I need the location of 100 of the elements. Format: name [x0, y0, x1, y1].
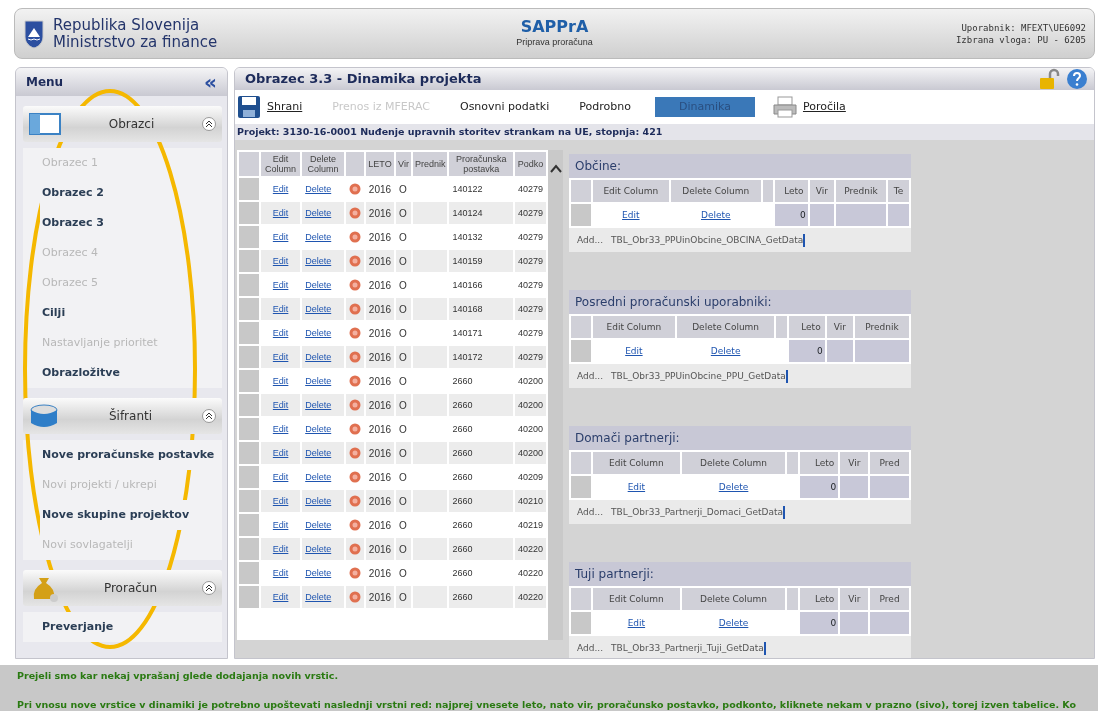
row-selector[interactable] — [239, 442, 259, 465]
row-selector[interactable] — [239, 178, 259, 201]
delete-link[interactable]: Delete — [305, 327, 332, 338]
table-cell-text: 2660 — [451, 374, 474, 388]
collapse-button[interactable]: « — [204, 72, 217, 92]
edit-link[interactable]: Edit — [272, 183, 289, 194]
table-cell-text: 40209 — [516, 470, 544, 484]
table-cell: 140168 — [449, 298, 513, 321]
row-selector[interactable] — [239, 346, 259, 369]
row-selector[interactable] — [239, 538, 259, 561]
table-cell-text: 40279 — [516, 182, 544, 196]
table-cell-text: 2016 — [367, 182, 393, 197]
section-header[interactable]: Obrazci — [23, 106, 222, 142]
delete-link[interactable]: Delete — [305, 471, 332, 482]
delete-link[interactable]: Delete — [710, 345, 741, 356]
row-selector[interactable] — [239, 226, 259, 249]
delete-link[interactable]: Delete — [305, 423, 332, 434]
table-cell-text: O — [398, 422, 408, 437]
row-selector[interactable] — [571, 612, 591, 635]
toolbar-button[interactable]: Poročila — [796, 96, 852, 118]
delete-icon — [348, 183, 361, 196]
table-cell: O — [396, 394, 411, 417]
delete-link[interactable]: Delete — [305, 231, 332, 242]
row-selector[interactable] — [239, 394, 259, 417]
menu-item[interactable]: Preverjanje — [40, 612, 116, 642]
delete-link[interactable]: Delete — [305, 519, 332, 530]
panel-title: Posredni proračunski uporabniki: — [569, 290, 911, 315]
add-link[interactable]: TBL_Obr33_PPUinObcine_OBCINA_GetData — [611, 233, 806, 247]
row-selector[interactable] — [239, 514, 259, 537]
delete-icon — [348, 399, 361, 412]
column-header: Podko — [514, 152, 546, 177]
edit-link[interactable]: Edit — [272, 279, 289, 290]
delete-link[interactable]: Delete — [718, 481, 749, 492]
row-selector[interactable] — [239, 322, 259, 345]
row-selector[interactable] — [239, 298, 259, 321]
edit-link[interactable]: Edit — [272, 471, 289, 482]
panel-title: Tuji partnerji: — [569, 562, 911, 587]
table-cell: O — [396, 346, 411, 369]
edit-link[interactable]: Edit — [627, 481, 646, 492]
table-cell-text: 2016 — [367, 230, 393, 245]
column-header: Pred — [870, 588, 909, 611]
row-selector[interactable] — [239, 562, 259, 585]
row-selector[interactable] — [571, 204, 591, 227]
row-selector[interactable] — [239, 274, 259, 297]
section-title: Šifranti — [107, 407, 154, 425]
edit-link[interactable]: Edit — [272, 231, 289, 242]
edit-link[interactable]: Edit — [272, 327, 289, 338]
row-selector[interactable] — [239, 418, 259, 441]
table-cell: 40220 — [514, 586, 546, 609]
edit-link[interactable]: Edit — [627, 617, 646, 628]
menu-item[interactable]: Nove proračunske postavke — [40, 440, 217, 470]
organization-name: Republika Slovenija — [53, 16, 201, 34]
table-cell: 2016 — [365, 298, 395, 321]
printer-icon — [772, 96, 797, 118]
edit-link[interactable]: Edit — [625, 345, 643, 356]
delete-link[interactable]: Delete — [305, 183, 332, 194]
table-cell-text: 2016 — [367, 326, 393, 341]
toolbar-button[interactable]: Podrobno — [573, 96, 637, 118]
notice-text: Prejeli smo kar nekaj vprašanj glede dodajanja novih vrstic. — [17, 669, 340, 683]
edit-link[interactable]: Edit — [272, 423, 289, 434]
table-cell-text: 40200 — [516, 422, 544, 436]
delete-link[interactable]: Delete — [701, 209, 731, 220]
add-link[interactable]: TBL_Obr33_PPUinObcine_PPU_GetData — [611, 369, 788, 383]
table-cell-text: 40279 — [516, 278, 544, 292]
row-selector[interactable] — [239, 586, 259, 609]
row-selector[interactable] — [239, 370, 259, 393]
delete-link[interactable]: Delete — [305, 375, 332, 386]
panel-title: Občine: — [569, 154, 911, 179]
row-selector[interactable] — [239, 202, 259, 225]
edit-link[interactable]: Edit — [272, 375, 289, 386]
add-label: Add... — [577, 233, 603, 247]
table-cell-text: 40200 — [516, 374, 544, 388]
row-selector[interactable] — [239, 250, 259, 273]
edit-link[interactable]: Edit — [272, 567, 289, 578]
delete-link[interactable]: Delete — [305, 567, 332, 578]
toolbar-button[interactable]: Shrani — [261, 96, 309, 118]
row-selector[interactable] — [571, 340, 591, 363]
delete-link[interactable]: Delete — [305, 279, 332, 290]
add-link[interactable]: TBL_Obr33_Partnerji_Tuji_GetData — [611, 641, 766, 655]
table-cell: 2016 — [365, 394, 395, 417]
table-cell-text: O — [398, 182, 408, 197]
box-icon — [29, 403, 59, 429]
padlock-icon — [1038, 68, 1060, 90]
delete-icon — [348, 471, 361, 484]
menu-item[interactable]: Obrazec 2 — [40, 178, 106, 208]
delete-link[interactable]: Delete — [718, 617, 749, 628]
row-selector[interactable] — [239, 466, 259, 489]
toolbar-button[interactable]: Osnovni podatki — [454, 96, 556, 118]
section-header[interactable]: Šifranti — [23, 398, 222, 434]
add-link[interactable]: TBL_Obr33_Partnerji_Domaci_GetData — [611, 505, 786, 519]
delete-icon — [348, 279, 361, 292]
section-header[interactable]: Proračun — [23, 570, 222, 606]
row-selector[interactable] — [239, 490, 259, 513]
row-selector[interactable] — [571, 476, 591, 499]
menu-item[interactable]: Nove skupine projektov — [40, 500, 192, 530]
scrollbar[interactable] — [548, 150, 563, 641]
edit-link[interactable]: Edit — [622, 209, 640, 220]
column-header: Vir — [809, 180, 834, 203]
edit-link[interactable]: Edit — [272, 519, 289, 530]
scroll-up-icon — [549, 164, 562, 175]
